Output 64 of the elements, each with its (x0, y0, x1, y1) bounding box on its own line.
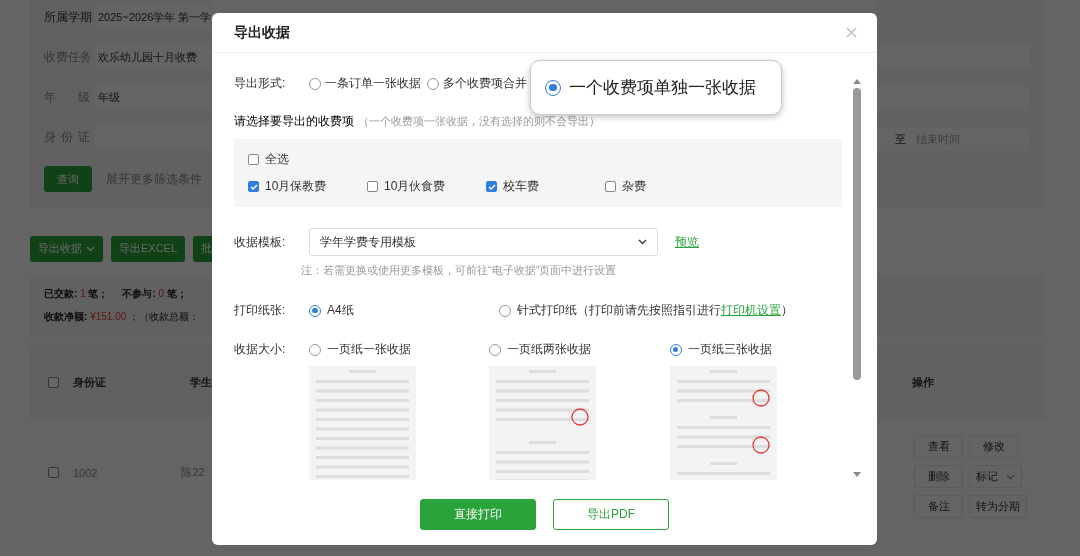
checkbox[interactable] (605, 181, 616, 192)
radio-option[interactable]: 一页纸一张收据 (309, 341, 482, 358)
row-action-button[interactable]: 删除 (914, 465, 963, 488)
stat-text: 收款净额: ¥151.00 ；（收款总额： (44, 310, 201, 324)
checkbox-option[interactable]: 10月保教费 (248, 178, 327, 195)
row-action-button[interactable]: 转为分期 (969, 495, 1027, 518)
field-label: 所属学期 (44, 8, 90, 26)
row-action-button[interactable]: 标记 (969, 465, 1022, 488)
action-button[interactable]: 导出收据 (30, 235, 103, 262)
radio-option[interactable]: 针式打印纸（打印前请先按照指引进行打印机设置） (499, 302, 793, 319)
stat-text: 不参与: 0 笔； (122, 287, 187, 301)
radio-option[interactable]: 一页纸两张收据 (489, 341, 662, 358)
caret-icon (1006, 473, 1015, 480)
row-action-button[interactable]: 备注 (914, 495, 963, 518)
checkbox-option[interactable]: 杂费 (605, 178, 646, 195)
radio-button[interactable] (309, 343, 321, 356)
export-pdf-button[interactable]: 导出PDF (553, 498, 669, 530)
radio-option[interactable]: 一页纸三张收据 (669, 341, 842, 358)
column-header: 操作 (912, 375, 934, 390)
radio-option[interactable]: 多个收费项合并 (427, 75, 527, 92)
row-action-button[interactable]: 修改 (969, 435, 1018, 458)
scrollbar-thumb[interactable] (853, 88, 861, 380)
radio-option[interactable]: A4纸 (309, 302, 491, 319)
preview-link[interactable]: 预览 (675, 233, 699, 251)
template-select[interactable]: 学年学费专用模板 (309, 228, 658, 256)
checkbox[interactable] (248, 181, 259, 192)
radio-button[interactable] (309, 77, 321, 90)
close-icon[interactable] (846, 27, 857, 38)
magnified-radio-option[interactable]: 一个收费项单独一张收据 (530, 60, 782, 115)
radio-button[interactable] (427, 77, 439, 90)
stat-text: 已交款: 1 笔； (44, 287, 109, 301)
field-label: 收据大小: (234, 341, 287, 358)
field-label: 打印纸张: (234, 302, 287, 319)
caret-icon (86, 245, 95, 252)
checkbox[interactable] (248, 154, 259, 165)
checkbox[interactable] (486, 181, 497, 192)
dialog-title: 导出收据 (234, 23, 290, 42)
hint-text: （一个收费项一张收据，没有选择的则不会导出） (358, 114, 600, 129)
column-header: 学生 (190, 375, 212, 390)
checkbox[interactable] (367, 181, 378, 192)
action-button[interactable]: 导出EXCEL (111, 235, 186, 262)
caret-icon (638, 239, 647, 245)
checkbox[interactable] (48, 377, 59, 388)
field-label: 收据模板: (234, 233, 287, 251)
checkbox-option[interactable]: 全选 (248, 151, 828, 168)
checkbox-option[interactable]: 10月伙食费 (367, 178, 446, 195)
radio-button[interactable] (545, 79, 561, 96)
checkbox[interactable] (48, 467, 59, 478)
printer-settings-link[interactable]: 打印机设置 (721, 303, 781, 317)
scroll-down-icon[interactable] (853, 472, 861, 477)
column-header: 身份证 (73, 375, 106, 390)
radio-button[interactable] (669, 343, 682, 356)
row-action-button[interactable]: 查看 (914, 435, 963, 458)
note-text: 注：若需更换或使用更多模板，可前往“电子收据”页面中进行设置 (301, 263, 618, 278)
query-button[interactable]: 查询 (44, 166, 92, 192)
checkbox-option[interactable]: 校车费 (486, 178, 539, 195)
radio-button[interactable] (489, 343, 502, 356)
radio-button[interactable] (499, 304, 511, 317)
radio-option[interactable]: 一条订单一张收据 (309, 75, 421, 92)
scroll-up-icon[interactable] (853, 79, 861, 84)
section-title: 请选择要导出的收费项 (234, 113, 354, 130)
print-button[interactable]: 直接打印 (420, 498, 536, 530)
field-label: 导出形式: (234, 75, 287, 92)
radio-button[interactable] (309, 304, 321, 317)
